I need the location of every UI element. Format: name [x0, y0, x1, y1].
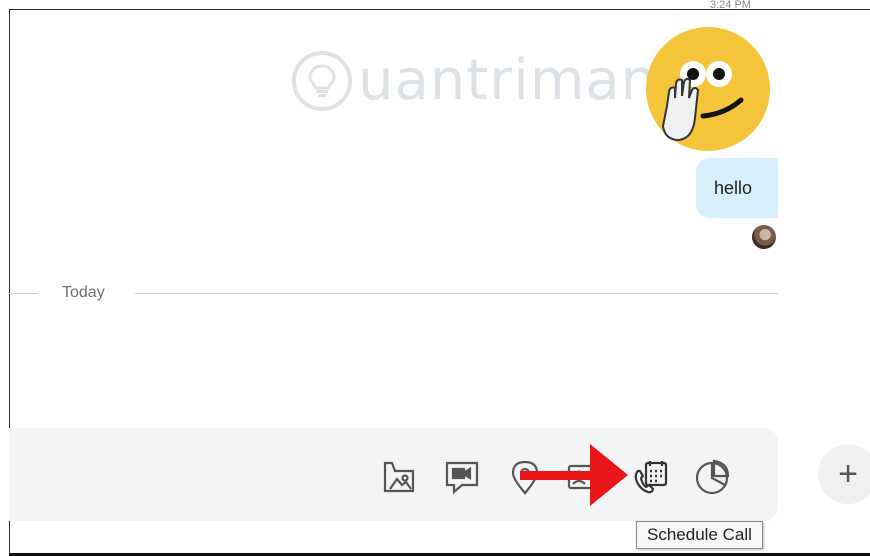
message-timestamp: 3:24 PM	[710, 0, 751, 8]
tooltip-text: Schedule Call	[647, 525, 752, 544]
schedule-call-icon[interactable]	[628, 455, 672, 499]
watermark-text: uantrimang	[358, 48, 694, 113]
add-button[interactable]: +	[818, 444, 870, 504]
divider-line-right	[135, 293, 778, 294]
red-arrow-annotation	[520, 444, 628, 506]
tooltip: Schedule Call	[636, 521, 763, 549]
poll-icon[interactable]	[690, 455, 734, 499]
date-divider-label: Today	[62, 284, 105, 301]
video-message-icon[interactable]	[440, 455, 484, 499]
avatar[interactable]	[752, 225, 776, 249]
divider-line-left	[9, 293, 38, 294]
watermark: uantrimang	[292, 48, 694, 113]
message-bubble[interactable]: hello	[696, 158, 778, 218]
message-text: hello	[714, 177, 753, 198]
lightbulb-icon	[292, 50, 352, 111]
image-file-icon[interactable]	[377, 455, 421, 499]
wave-sticker[interactable]	[645, 26, 771, 152]
